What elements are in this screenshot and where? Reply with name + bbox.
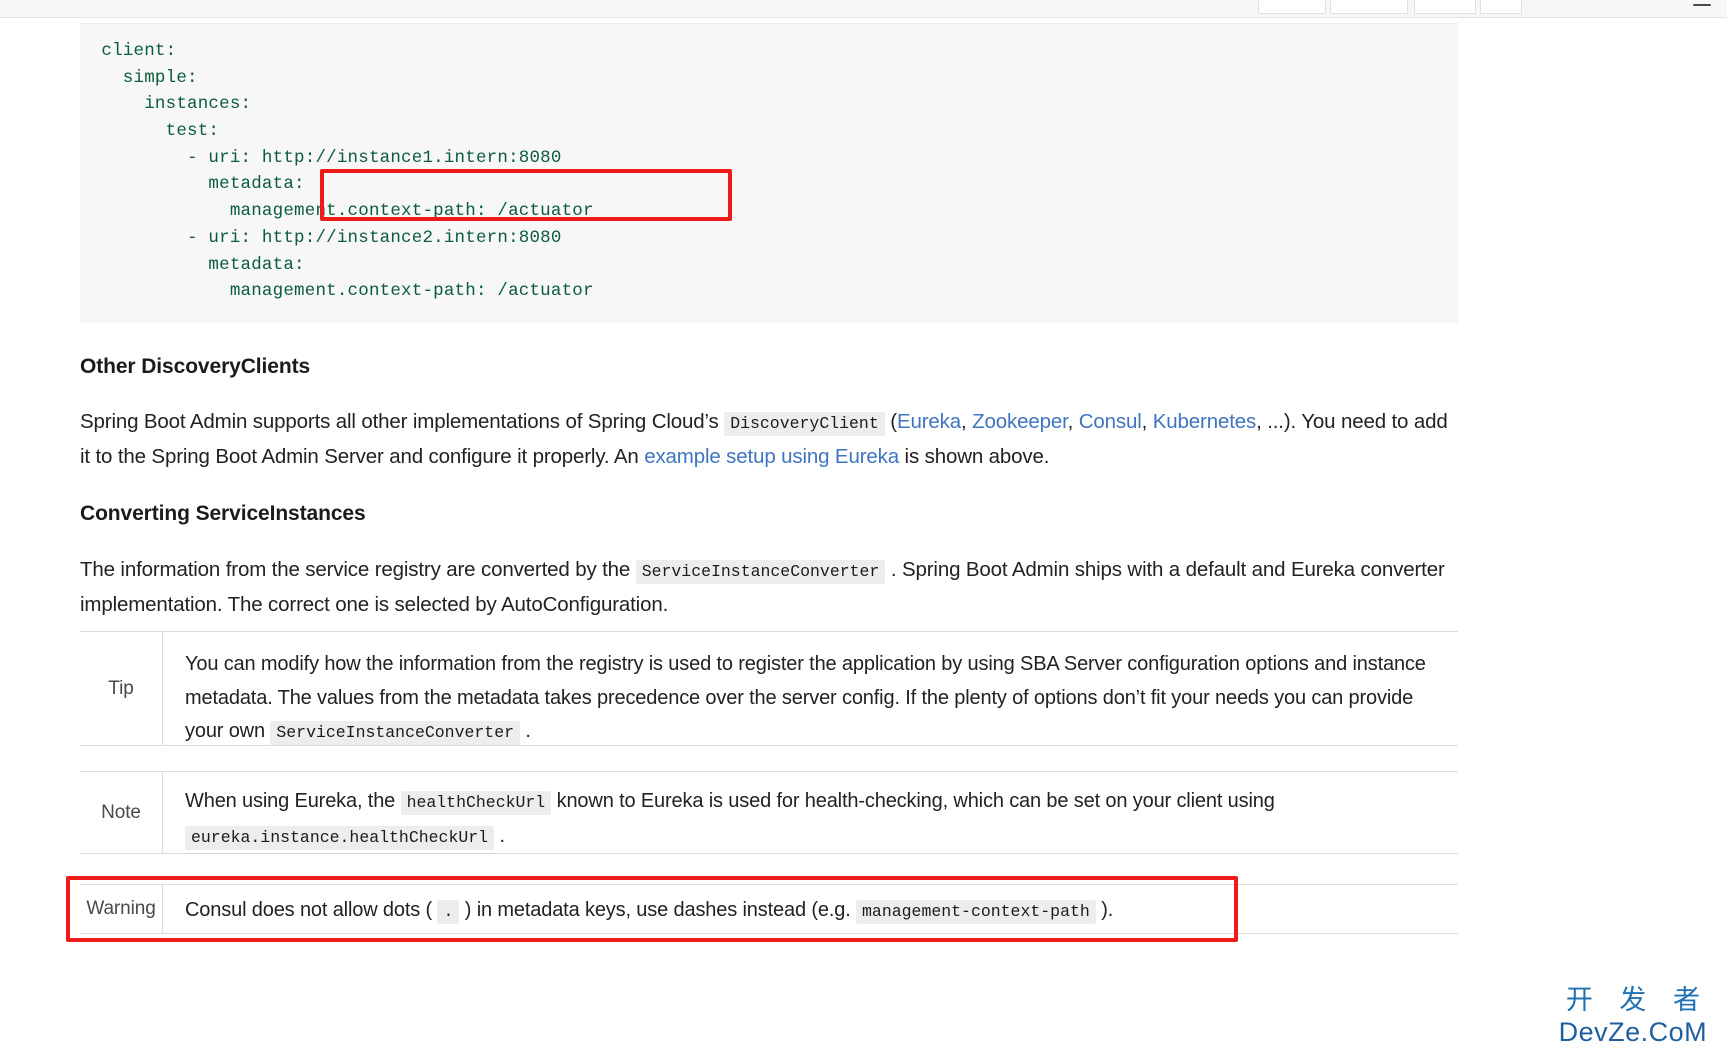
- heading-converting-serviceinstances: Converting ServiceInstances: [80, 502, 366, 525]
- link-eureka[interactable]: Eureka: [897, 410, 961, 433]
- admonition-note-content: When using Eureka, the healthCheckUrl kn…: [163, 772, 1458, 853]
- text-fragment: (: [884, 410, 897, 433]
- hamburger-menu-icon[interactable]: [1691, 2, 1713, 14]
- code-content: client: simple: instances: test: - uri: …: [80, 38, 1458, 305]
- code-line: test:: [80, 121, 220, 142]
- browser-tab-2[interactable]: [1330, 0, 1408, 14]
- watermark-latin-text: DevZe.CoM: [1558, 1017, 1708, 1047]
- inline-code-serviceinstanceconverter: ServiceInstanceConverter: [635, 560, 886, 584]
- admonition-tip-content: You can modify how the information from …: [163, 632, 1458, 745]
- paragraph-other-discoveryclients: Spring Boot Admin supports all other imp…: [80, 406, 1450, 473]
- inline-code-discoveryclient: DiscoveryClient: [724, 412, 885, 436]
- inline-code-dot: .: [437, 900, 460, 924]
- text-separator: ,: [961, 410, 973, 433]
- code-line: metadata:: [80, 254, 305, 275]
- heading-other-discoveryclients: Other DiscoveryClients: [80, 355, 311, 378]
- code-line: management.context-path: /actuator: [80, 201, 594, 222]
- code-line: management.context-path: /actuator: [80, 281, 594, 302]
- inline-code-management-context-path: management-context-path: [856, 900, 1096, 924]
- code-line: metadata:: [80, 174, 305, 195]
- code-line: simple:: [80, 67, 198, 88]
- text-fragment: When using Eureka, the: [185, 790, 401, 812]
- link-consul[interactable]: Consul: [1079, 410, 1142, 433]
- inline-code-serviceinstanceconverter: ServiceInstanceConverter: [270, 721, 520, 745]
- code-line: - uri: http://instance2.intern:8080: [80, 227, 562, 248]
- admonition-note-label: Note: [80, 772, 163, 853]
- text-separator: ,: [1141, 410, 1153, 433]
- text-fragment: Spring Boot Admin supports all other imp…: [80, 410, 725, 433]
- code-line: client:: [80, 41, 177, 61]
- browser-tab-3[interactable]: [1414, 0, 1476, 14]
- watermark-devze: 开 发 者 DevZe.CoM: [1557, 985, 1709, 1047]
- text-fragment: ) in metadata keys, use dashes instead (…: [459, 899, 857, 921]
- paragraph-converting-serviceinstances: The information from the service registr…: [80, 554, 1450, 621]
- documentation-page: client: simple: instances: test: - uri: …: [0, 18, 1727, 1057]
- admonition-warning-label: Warning: [80, 885, 163, 933]
- link-example-setup-using-eureka[interactable]: example setup using Eureka: [644, 445, 899, 468]
- link-zookeeper[interactable]: Zookeeper: [972, 410, 1068, 433]
- text-fragment: .: [520, 720, 531, 742]
- browser-toolbar-strip: [0, 0, 1727, 18]
- code-line: instances:: [80, 94, 252, 115]
- admonition-note: Note When using Eureka, the healthCheckU…: [80, 771, 1458, 854]
- browser-tab-1[interactable]: [1258, 0, 1326, 14]
- admonition-warning-content: Consul does not allow dots ( . ) in meta…: [163, 885, 1458, 933]
- link-kubernetes[interactable]: Kubernetes: [1153, 410, 1257, 433]
- text-fragment: The information from the service registr…: [80, 558, 636, 581]
- text-fragment: is shown above.: [899, 444, 1050, 468]
- admonition-tip-label: Tip: [80, 632, 163, 745]
- text-fragment: known to Eureka is used for health-check…: [551, 790, 1275, 812]
- text-fragment: .: [494, 824, 505, 847]
- admonition-tip: Tip You can modify how the information f…: [80, 631, 1458, 746]
- watermark-chinese-text: 开 发 者: [1565, 985, 1709, 1016]
- text-fragment: Consul does not allow dots (: [185, 899, 438, 921]
- inline-code-healthcheckurl: healthCheckUrl: [400, 791, 552, 815]
- admonition-warning: Warning Consul does not allow dots ( . )…: [80, 884, 1458, 934]
- yaml-code-block: client: simple: instances: test: - uri: …: [80, 23, 1458, 323]
- code-line: - uri: http://instance1.intern:8080: [80, 147, 562, 168]
- browser-tab-4[interactable]: [1480, 0, 1522, 14]
- text-separator: ,: [1067, 410, 1079, 433]
- text-fragment: ).: [1095, 899, 1114, 921]
- inline-code-eureka-instance-healthcheckurl: eureka.instance.healthCheckUrl: [185, 825, 495, 850]
